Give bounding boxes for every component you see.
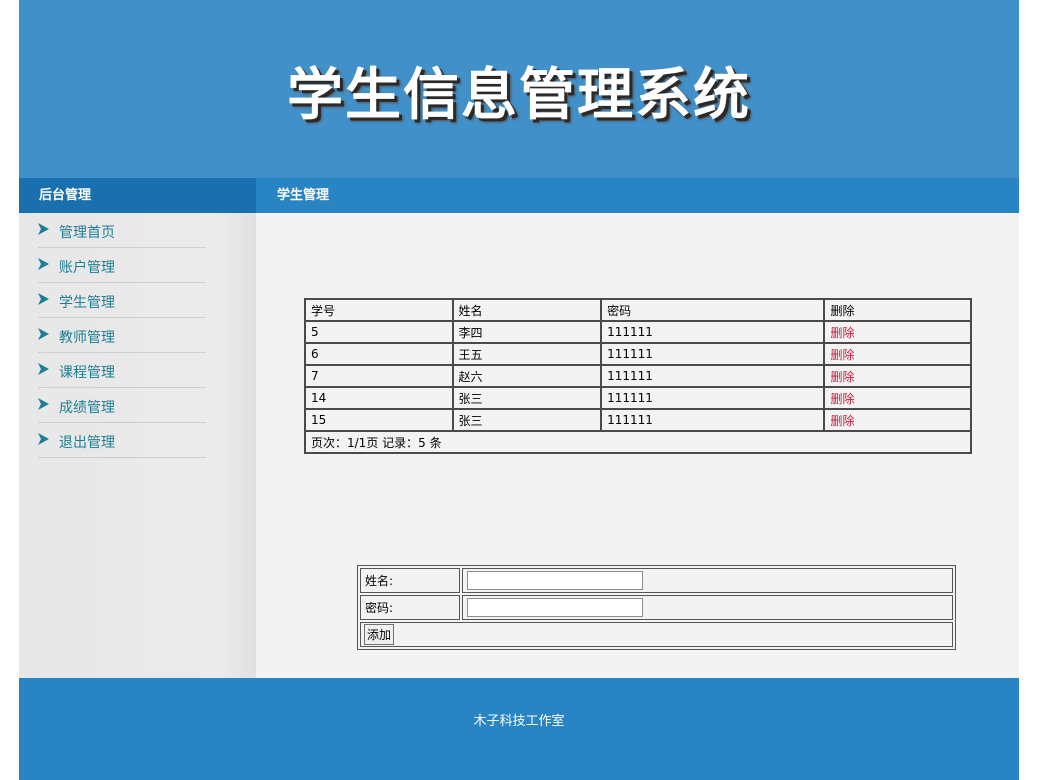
- cell-password: 111111: [600, 342, 826, 366]
- cell-name: 李四: [451, 320, 603, 344]
- cell-name: 张三: [451, 408, 603, 432]
- sidebar-item-home[interactable]: 管理首页: [38, 213, 206, 248]
- sidebar-item-label: 成绩管理: [59, 400, 115, 416]
- password-input[interactable]: [467, 598, 643, 617]
- header-banner: 学生信息管理系统: [19, 0, 1019, 178]
- cell-name: 赵六: [451, 364, 603, 388]
- delete-link[interactable]: 删除: [830, 414, 854, 428]
- arrow-right-icon: [38, 223, 49, 235]
- sidebar-item-teachers[interactable]: 教师管理: [38, 318, 206, 353]
- pagination-info: 页次：1/1页 记录：5 条: [304, 430, 972, 454]
- table-header-row: 学号 姓名 密码 删除: [304, 298, 972, 322]
- cell-name: 王五: [451, 342, 603, 366]
- main-content: 学号 姓名 密码 删除 5 李四 111111 删除 6 王五 111111 删…: [256, 213, 1019, 678]
- arrow-right-icon: [38, 433, 49, 445]
- cell-id: 15: [304, 408, 454, 432]
- student-table: 学号 姓名 密码 删除 5 李四 111111 删除 6 王五 111111 删…: [304, 298, 972, 454]
- cell-password: 111111: [600, 408, 826, 432]
- arrow-right-icon: [38, 328, 49, 340]
- add-student-form: 姓名: 密码: 添加: [357, 565, 956, 650]
- cell-delete: 删除: [823, 320, 972, 344]
- sidebar: 管理首页 账户管理 学生管理 教师管理 课程管理 成绩管理 退出管理: [19, 213, 256, 678]
- sidebar-item-grades[interactable]: 成绩管理: [38, 388, 206, 423]
- app-window: 学生信息管理系统 后台管理 学生管理 管理首页 账户管理 学生管理 教师管理 课…: [19, 0, 1019, 780]
- arrow-right-icon: [38, 398, 49, 410]
- table-row: 5 李四 111111 删除: [304, 320, 972, 344]
- cell-password: 111111: [600, 386, 826, 410]
- password-field-cell: [462, 595, 953, 620]
- column-header-password: 密码: [600, 298, 826, 322]
- cell-name: 张三: [451, 386, 603, 410]
- name-label: 姓名:: [360, 568, 460, 593]
- column-header-delete: 删除: [823, 298, 972, 322]
- arrow-right-icon: [38, 293, 49, 305]
- footer-text: 木子科技工作室: [473, 714, 565, 729]
- cell-delete: 删除: [823, 342, 972, 366]
- column-header-name: 姓名: [451, 298, 603, 322]
- delete-link[interactable]: 删除: [830, 348, 854, 362]
- cell-id: 5: [304, 320, 454, 344]
- form-row-password: 密码:: [360, 595, 953, 620]
- section-title: 学生管理: [277, 188, 330, 203]
- cell-password: 111111: [600, 320, 826, 344]
- sidebar-item-label: 账户管理: [59, 260, 115, 276]
- sidebar-item-students[interactable]: 学生管理: [38, 283, 206, 318]
- sidebar-item-label: 管理首页: [59, 225, 115, 241]
- site-title: 学生信息管理系统: [287, 62, 751, 128]
- sidebar-item-label: 退出管理: [59, 435, 115, 451]
- sidebar-item-courses[interactable]: 课程管理: [38, 353, 206, 388]
- column-header-id: 学号: [304, 298, 454, 322]
- delete-link[interactable]: 删除: [830, 392, 854, 406]
- form-row-name: 姓名:: [360, 568, 953, 593]
- table-row: 7 赵六 111111 删除: [304, 364, 972, 388]
- pagination-row: 页次：1/1页 记录：5 条: [304, 430, 972, 454]
- delete-link[interactable]: 删除: [830, 326, 854, 340]
- form-row-submit: 添加: [360, 622, 953, 647]
- name-field-cell: [462, 568, 953, 593]
- sidebar-item-label: 课程管理: [59, 365, 115, 381]
- footer: 木子科技工作室: [19, 678, 1019, 780]
- menu-bar: 后台管理 学生管理: [19, 178, 1019, 213]
- table-row: 14 张三 111111 删除: [304, 386, 972, 410]
- sidebar-item-label: 学生管理: [59, 295, 115, 311]
- sidebar-item-accounts[interactable]: 账户管理: [38, 248, 206, 283]
- sidebar-title: 后台管理: [19, 178, 256, 213]
- cell-id: 14: [304, 386, 454, 410]
- delete-link[interactable]: 删除: [830, 370, 854, 384]
- cell-id: 7: [304, 364, 454, 388]
- cell-id: 6: [304, 342, 454, 366]
- arrow-right-icon: [38, 363, 49, 375]
- sidebar-item-logout[interactable]: 退出管理: [38, 423, 206, 458]
- sidebar-item-label: 教师管理: [59, 330, 115, 346]
- arrow-right-icon: [38, 258, 49, 270]
- submit-cell: 添加: [360, 622, 953, 647]
- add-button[interactable]: 添加: [364, 624, 395, 645]
- cell-delete: 删除: [823, 386, 972, 410]
- password-label: 密码:: [360, 595, 460, 620]
- cell-password: 111111: [600, 364, 826, 388]
- table-row: 15 张三 111111 删除: [304, 408, 972, 432]
- name-input[interactable]: [467, 571, 643, 590]
- table-row: 6 王五 111111 删除: [304, 342, 972, 366]
- cell-delete: 删除: [823, 408, 972, 432]
- cell-delete: 删除: [823, 364, 972, 388]
